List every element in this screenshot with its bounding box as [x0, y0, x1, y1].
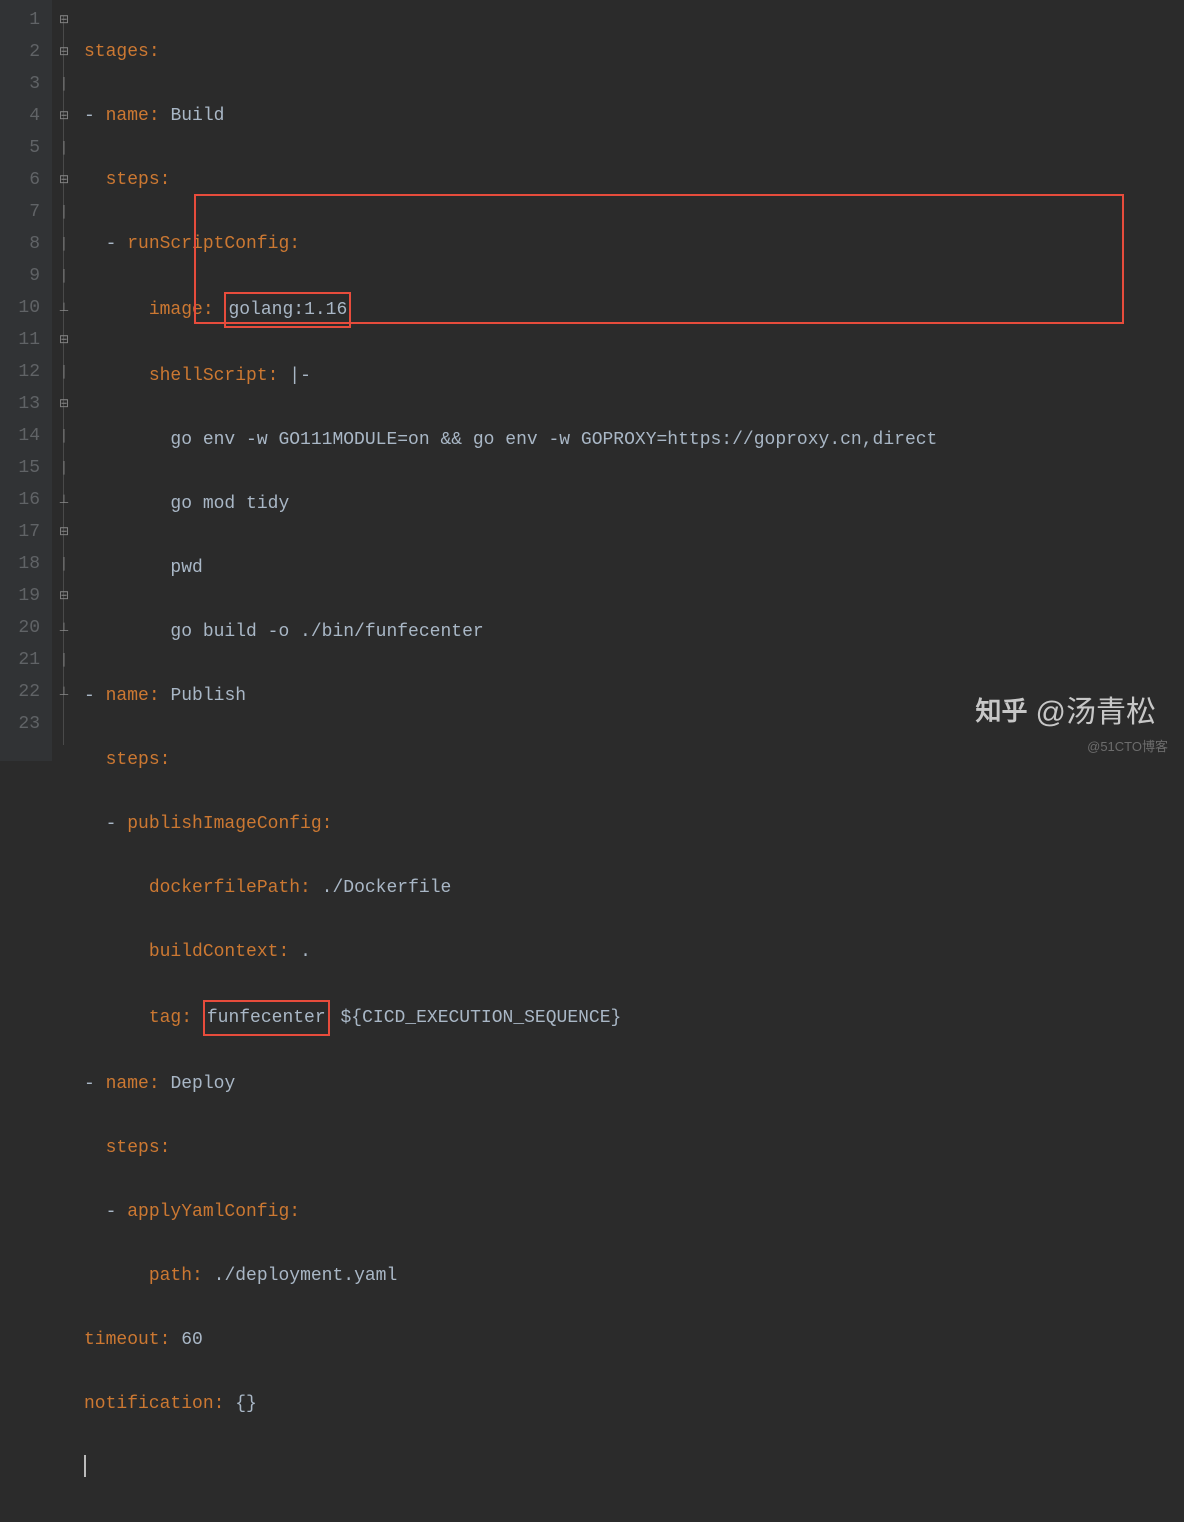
line-number: 9	[8, 260, 40, 292]
fold-toggle-icon[interactable]: ⊟	[52, 4, 76, 36]
code-line	[84, 1452, 1184, 1484]
text-cursor	[84, 1455, 86, 1477]
author-handle: @汤青松	[1036, 687, 1156, 731]
line-number: 10	[8, 292, 40, 324]
fold-toggle-icon[interactable]: ⊟	[52, 164, 76, 196]
code-line: notification: {}	[84, 1388, 1184, 1420]
line-number: 21	[8, 644, 40, 676]
code-line: go build -o ./bin/funfecenter	[84, 616, 1184, 648]
line-number: 3	[8, 68, 40, 100]
line-number: 1	[8, 4, 40, 36]
line-number: 15	[8, 452, 40, 484]
line-number: 14	[8, 420, 40, 452]
highlight-tag: funfecenter	[203, 1000, 330, 1036]
line-number: 16	[8, 484, 40, 516]
line-number: 2	[8, 36, 40, 68]
line-number: 17	[8, 516, 40, 548]
line-number: 20	[8, 612, 40, 644]
code-area[interactable]: stages: - name: Build steps: - runScript…	[76, 0, 1184, 761]
code-line: image: golang:1.16	[84, 292, 1184, 328]
code-line: - publishImageConfig:	[84, 808, 1184, 840]
line-number: 5	[8, 132, 40, 164]
code-line: - runScriptConfig:	[84, 228, 1184, 260]
code-line: go mod tidy	[84, 488, 1184, 520]
code-line: dockerfilePath: ./Dockerfile	[84, 872, 1184, 904]
fold-toggle-icon[interactable]: ⊟	[52, 324, 76, 356]
line-number: 7	[8, 196, 40, 228]
line-number: 8	[8, 228, 40, 260]
fold-gutter: ⊟ ⊟ │ ⊟ │ ⊟ │ │ │ ⊥ ⊟ │ ⊟ │ │ ⊥ ⊟ │ ⊟ ⊥ …	[52, 0, 76, 761]
cto-watermark: @51CTO博客	[1087, 736, 1168, 755]
fold-toggle-icon[interactable]: ⊟	[52, 36, 76, 68]
code-line: steps:	[84, 744, 1184, 776]
line-number-gutter: 1 2 3 4 5 6 7 8 9 10 11 12 13 14 15 16 1…	[0, 0, 52, 761]
code-line: tag: funfecenter ${CICD_EXECUTION_SEQUEN…	[84, 1000, 1184, 1036]
line-number: 19	[8, 580, 40, 612]
code-line: timeout: 60	[84, 1324, 1184, 1356]
code-line: pwd	[84, 552, 1184, 584]
code-line: go env -w GO111MODULE=on && go env -w GO…	[84, 424, 1184, 456]
zhihu-watermark: 知乎 @汤青松	[976, 687, 1156, 731]
code-line: steps:	[84, 1132, 1184, 1164]
code-line: shellScript: |-	[84, 360, 1184, 392]
code-line: buildContext: .	[84, 936, 1184, 968]
line-number: 12	[8, 356, 40, 388]
code-line: - name: Build	[84, 100, 1184, 132]
line-number: 22	[8, 676, 40, 708]
line-number: 11	[8, 324, 40, 356]
code-line: steps:	[84, 164, 1184, 196]
fold-toggle-icon[interactable]: ⊟	[52, 516, 76, 548]
line-number: 18	[8, 548, 40, 580]
code-editor[interactable]: 1 2 3 4 5 6 7 8 9 10 11 12 13 14 15 16 1…	[0, 0, 1184, 761]
line-number: 13	[8, 388, 40, 420]
line-number: 23	[8, 708, 40, 740]
code-line: - applyYamlConfig:	[84, 1196, 1184, 1228]
code-line: path: ./deployment.yaml	[84, 1260, 1184, 1292]
fold-toggle-icon[interactable]: ⊟	[52, 580, 76, 612]
zhihu-icon: 知乎	[976, 691, 1028, 728]
line-number: 6	[8, 164, 40, 196]
highlight-image: golang:1.16	[224, 292, 351, 328]
fold-toggle-icon[interactable]: ⊟	[52, 100, 76, 132]
line-number: 4	[8, 100, 40, 132]
code-line: stages:	[84, 36, 1184, 68]
fold-toggle-icon[interactable]: ⊟	[52, 388, 76, 420]
code-line: - name: Deploy	[84, 1068, 1184, 1100]
